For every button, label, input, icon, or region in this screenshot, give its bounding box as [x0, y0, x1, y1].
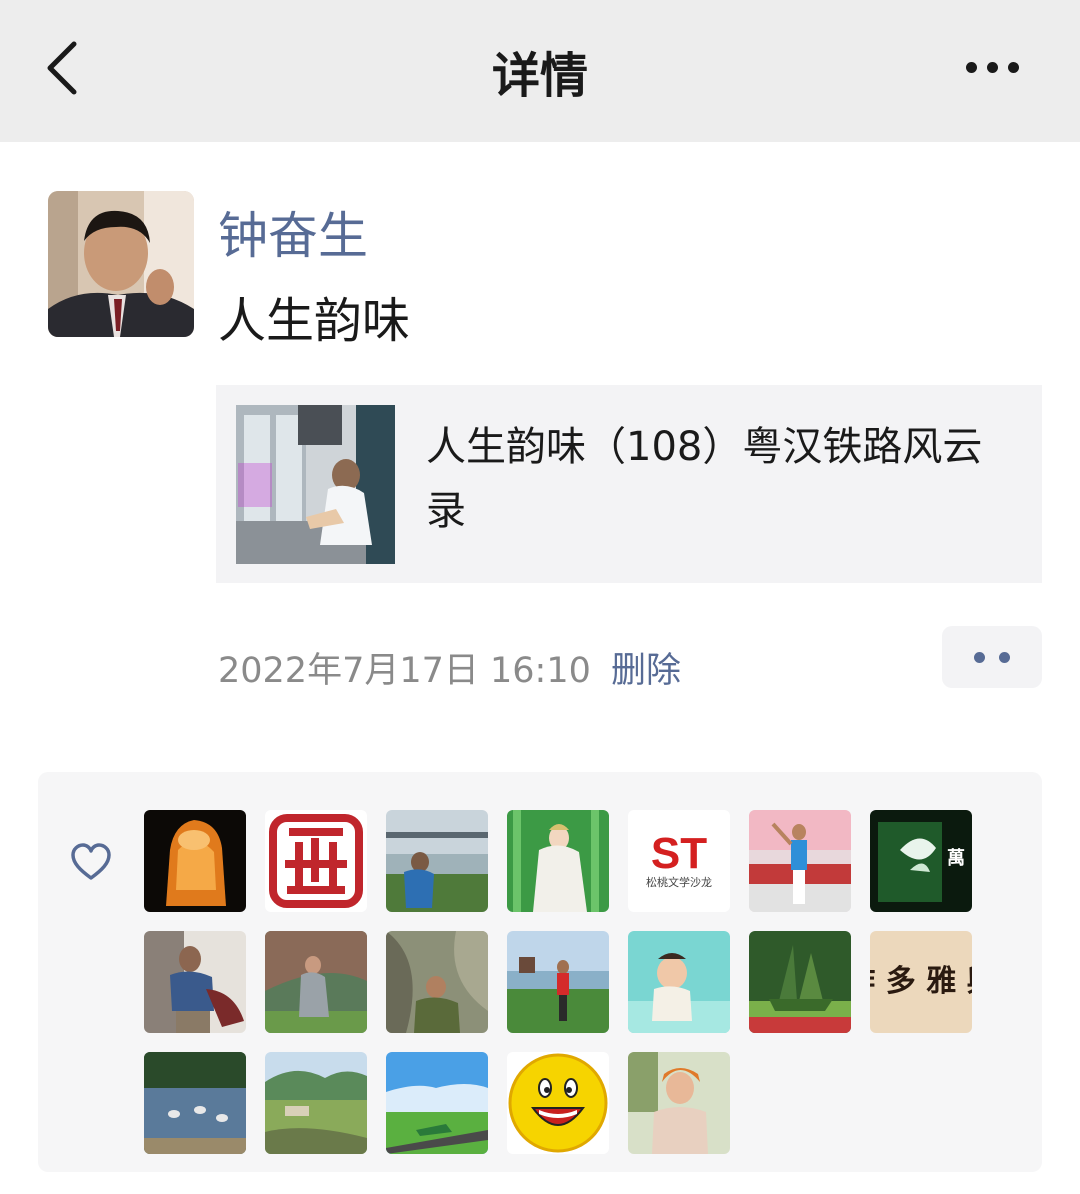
- post-text: 人生韵味: [218, 293, 411, 349]
- action-dots-icon: [974, 652, 985, 663]
- liker-avatar[interactable]: [265, 1052, 367, 1154]
- liker-avatar[interactable]: [265, 810, 367, 912]
- post-timestamp: 2022年7月17日 16:10: [218, 651, 591, 691]
- liker-avatar[interactable]: ST 松桃文学沙龙: [628, 810, 730, 912]
- svg-text:萬: 萬: [947, 848, 965, 869]
- liker-avatar[interactable]: [144, 1052, 246, 1154]
- liker-avatar[interactable]: [507, 1052, 609, 1154]
- liker-avatar[interactable]: [628, 1052, 730, 1154]
- svg-text:作 多 雅 興: 作 多 雅 興: [870, 964, 972, 999]
- liker-avatar[interactable]: [265, 931, 367, 1033]
- liker-avatar[interactable]: [749, 810, 851, 912]
- liker-avatar[interactable]: [628, 931, 730, 1033]
- likes-panel: ST松桃文学沙龙 萬 作 多 雅 興: [38, 772, 1042, 1172]
- more-dots-icon: [966, 62, 977, 73]
- page-title: 详情: [491, 48, 588, 104]
- svg-text:松桃文学沙龙: 松桃文学沙龙: [646, 875, 712, 889]
- liker-avatar[interactable]: [507, 931, 609, 1033]
- comment-like-toggle-button[interactable]: [942, 626, 1042, 688]
- liker-avatar[interactable]: 作 多 雅 興: [870, 931, 972, 1033]
- more-options-button[interactable]: [962, 58, 1022, 78]
- liker-avatar[interactable]: [507, 810, 609, 912]
- liker-avatar[interactable]: [144, 931, 246, 1033]
- article-title: 人生韵味（108）粤汉铁路风云录: [426, 424, 983, 534]
- shared-article-card[interactable]: 人生韵味（108）粤汉铁路风云录: [216, 385, 1042, 583]
- navigation-bar: 详情: [0, 0, 1080, 142]
- liker-avatar[interactable]: [386, 810, 488, 912]
- liker-avatar[interactable]: [749, 931, 851, 1033]
- liker-avatar[interactable]: [144, 810, 246, 912]
- heart-icon: [71, 843, 111, 880]
- liker-avatar[interactable]: 萬: [870, 810, 972, 912]
- article-thumbnail: [236, 405, 395, 564]
- delete-button[interactable]: 删除: [611, 642, 681, 693]
- author-avatar[interactable]: [48, 191, 194, 337]
- liker-avatar[interactable]: [386, 1052, 488, 1154]
- liker-avatar[interactable]: [386, 931, 488, 1033]
- liker-5-logo-text: ST: [651, 829, 707, 878]
- author-name[interactable]: 钟奋生: [218, 196, 368, 268]
